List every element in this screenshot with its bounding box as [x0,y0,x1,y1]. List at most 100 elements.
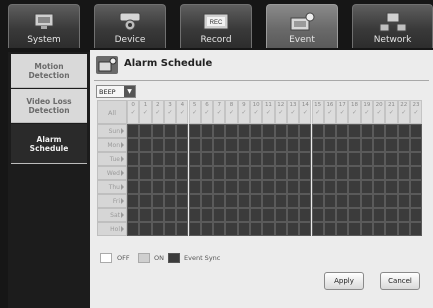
sidebar-item-video-loss-detection[interactable]: Video Loss Detection [11,89,87,123]
schedule-slot[interactable] [286,166,300,180]
schedule-slot[interactable] [360,208,373,222]
tab-system[interactable]: System [8,4,80,48]
schedule-slot[interactable] [237,166,250,180]
tab-record[interactable]: REC Record [180,4,252,48]
schedule-slot[interactable] [311,138,324,152]
schedule-slot[interactable] [274,166,287,180]
schedule-slot[interactable] [397,180,410,194]
hour-column-header[interactable]: 17 ✓ [336,100,349,124]
schedule-slot[interactable] [323,180,337,194]
schedule-slot[interactable] [176,222,189,236]
schedule-slot[interactable] [373,194,386,208]
schedule-slot[interactable] [262,208,275,222]
schedule-slot[interactable] [176,208,189,222]
schedule-slot[interactable] [348,194,361,208]
schedule-slot[interactable] [225,166,238,180]
schedule-slot[interactable] [139,138,152,152]
hour-column-header[interactable]: 23 ✓ [409,100,423,124]
tab-network[interactable]: Network [352,4,433,48]
schedule-slot[interactable] [151,138,164,152]
schedule-slot[interactable] [385,138,398,152]
schedule-slot[interactable] [348,124,361,138]
schedule-slot[interactable] [274,138,287,152]
schedule-slot[interactable] [274,152,287,166]
schedule-slot[interactable] [409,194,423,208]
schedule-slot[interactable] [200,166,214,180]
schedule-slot[interactable] [336,124,349,138]
schedule-slot[interactable] [237,194,250,208]
schedule-slot[interactable] [213,124,226,138]
day-row-header[interactable]: Sun [97,124,127,138]
schedule-slot[interactable] [163,152,177,166]
schedule-slot[interactable] [385,208,398,222]
schedule-slot[interactable] [213,152,226,166]
schedule-slot[interactable] [274,208,287,222]
schedule-slot[interactable] [250,138,263,152]
schedule-slot[interactable] [385,222,398,236]
schedule-slot[interactable] [250,208,263,222]
sidebar-item-motion-detection[interactable]: Motion Detection [11,54,87,88]
schedule-slot[interactable] [373,222,386,236]
schedule-slot[interactable] [274,180,287,194]
schedule-slot[interactable] [213,208,226,222]
cancel-button[interactable]: Cancel [380,272,420,290]
schedule-slot[interactable] [323,124,337,138]
schedule-slot[interactable] [163,138,177,152]
schedule-slot[interactable] [176,124,189,138]
schedule-slot[interactable] [139,222,152,236]
schedule-slot[interactable] [311,208,324,222]
schedule-slot[interactable] [336,180,349,194]
schedule-slot[interactable] [225,208,238,222]
schedule-slot[interactable] [286,152,300,166]
schedule-slot[interactable] [397,208,410,222]
hour-column-header[interactable]: 19 ✓ [360,100,373,124]
hour-column-header[interactable]: 6 ✓ [200,100,214,124]
schedule-slot[interactable] [163,166,177,180]
schedule-slot[interactable] [213,138,226,152]
schedule-slot[interactable] [311,152,324,166]
schedule-slot[interactable] [397,194,410,208]
schedule-slot[interactable] [139,208,152,222]
schedule-slot[interactable] [225,180,238,194]
schedule-slot[interactable] [262,124,275,138]
schedule-slot[interactable] [163,222,177,236]
day-row-header[interactable]: Mon [97,138,127,152]
schedule-slot[interactable] [237,152,250,166]
schedule-slot[interactable] [237,208,250,222]
day-row-header[interactable]: Fri [97,194,127,208]
hour-column-header[interactable]: 14 ✓ [299,100,312,124]
schedule-slot[interactable] [163,194,177,208]
schedule-slot[interactable] [299,166,312,180]
schedule-slot[interactable] [299,208,312,222]
schedule-slot[interactable] [188,180,201,194]
schedule-slot[interactable] [348,166,361,180]
schedule-slot[interactable] [200,194,214,208]
schedule-slot[interactable] [409,166,423,180]
schedule-slot[interactable] [336,208,349,222]
schedule-slot[interactable] [127,194,140,208]
schedule-slot[interactable] [250,180,263,194]
day-row-header[interactable]: Tue [97,152,127,166]
schedule-slot[interactable] [348,208,361,222]
schedule-slot[interactable] [213,194,226,208]
schedule-slot[interactable] [360,124,373,138]
hour-column-header[interactable]: 2 ✓ [151,100,164,124]
hour-column-header[interactable]: 0 ✓ [127,100,140,124]
schedule-slot[interactable] [151,152,164,166]
schedule-slot[interactable] [409,180,423,194]
schedule-slot[interactable] [163,180,177,194]
schedule-slot[interactable] [127,152,140,166]
schedule-slot[interactable] [323,194,337,208]
hour-column-header[interactable]: 13 ✓ [286,100,300,124]
schedule-slot[interactable] [262,180,275,194]
schedule-slot[interactable] [286,194,300,208]
schedule-slot[interactable] [409,124,423,138]
schedule-slot[interactable] [409,152,423,166]
schedule-slot[interactable] [176,152,189,166]
schedule-slot[interactable] [336,152,349,166]
schedule-slot[interactable] [397,124,410,138]
schedule-slot[interactable] [225,152,238,166]
schedule-slot[interactable] [225,222,238,236]
hour-column-header[interactable]: 18 ✓ [348,100,361,124]
tab-event[interactable]: Event [266,4,338,48]
